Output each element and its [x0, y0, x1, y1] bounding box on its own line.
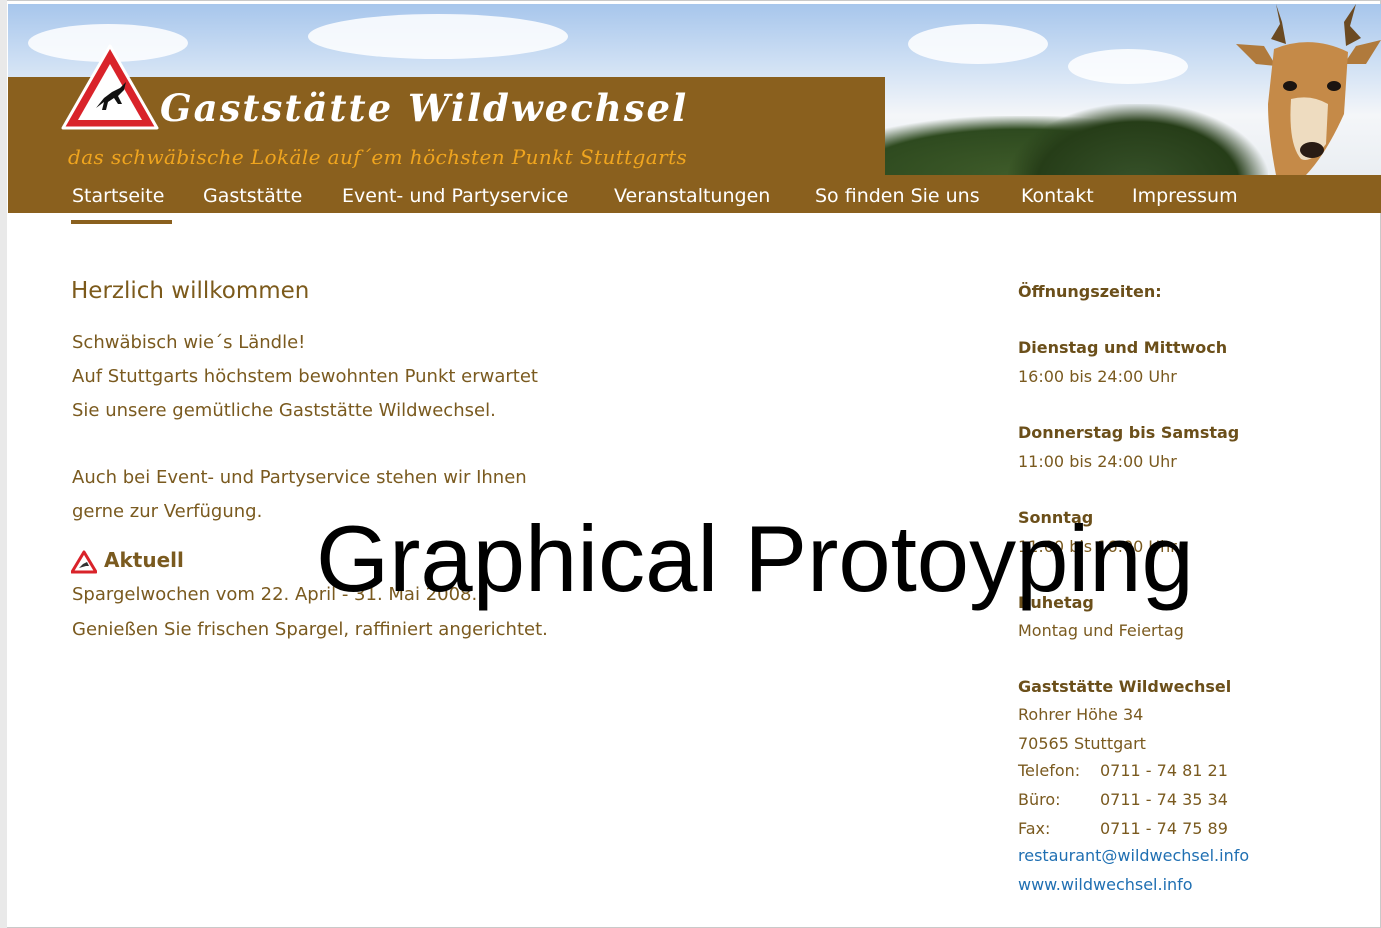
deer-crossing-sign-icon [61, 44, 159, 130]
header-banner: Gaststätte Wildwechsel das schwäbische L… [8, 4, 1381, 175]
aktuell-line: Genießen Sie frischen Spargel, raffinier… [72, 619, 548, 640]
phone-label: Fax: [1018, 819, 1051, 838]
nav-item-gaststaette[interactable]: Gaststätte [203, 185, 302, 207]
address-city: 70565 Stuttgart [1018, 734, 1146, 753]
hours-days: Dienstag und Mittwoch [1018, 338, 1228, 357]
service-line: gerne zur Verfügung. [72, 501, 263, 522]
phone-number: 0711 - 74 81 21 [1100, 761, 1228, 780]
left-scroll-edge [0, 0, 7, 928]
cloud [308, 14, 568, 59]
active-nav-indicator [71, 220, 172, 224]
nav-item-so-finden-sie-uns[interactable]: So finden Sie uns [815, 185, 980, 207]
nav-item-event-partyservice[interactable]: Event- und Partyservice [342, 185, 568, 207]
deer-image [1236, 4, 1381, 175]
phone-number: 0711 - 74 35 34 [1100, 790, 1228, 809]
hours-time: Montag und Feiertag [1018, 621, 1184, 640]
email-link[interactable]: restaurant@wildwechsel.info [1018, 846, 1249, 865]
opening-hours-heading: Öffnungszeiten: [1018, 282, 1162, 301]
address-street: Rohrer Höhe 34 [1018, 705, 1144, 724]
site-slogan: das schwäbische Lokäle auf´em höchsten P… [68, 145, 688, 169]
phone-label: Büro: [1018, 790, 1061, 809]
cloud [908, 24, 1048, 64]
cloud [1068, 49, 1188, 84]
nav-item-veranstaltungen[interactable]: Veranstaltungen [614, 185, 770, 207]
hours-time: 11:00 bis 24:00 Uhr [1018, 452, 1177, 471]
phone-label: Telefon: [1018, 761, 1081, 780]
nav-item-impressum[interactable]: Impressum [1132, 185, 1238, 207]
hours-days: Donnerstag bis Samstag [1018, 423, 1240, 442]
main-nav: Startseite Gaststätte Event- und Partyse… [8, 175, 1381, 213]
site-title: Gaststätte Wildwechsel [160, 86, 689, 130]
phone-number: 0711 - 74 75 89 [1100, 819, 1228, 838]
service-line: Auch bei Event- und Partyservice stehen … [72, 467, 527, 488]
phone-row: Telefon: 0711 - 74 81 21 [1018, 761, 1228, 780]
aktuell-label: Aktuell [104, 548, 184, 572]
overlay-caption: Graphical Protoyping [316, 506, 1194, 611]
nav-item-kontakt[interactable]: Kontakt [1021, 185, 1094, 207]
intro-line: Sie unsere gemütliche Gaststätte Wildwec… [72, 400, 496, 421]
warning-sign-icon [71, 550, 97, 574]
page-heading: Herzlich willkommen [71, 278, 310, 304]
hours-time: 16:00 bis 24:00 Uhr [1018, 367, 1177, 386]
address-name: Gaststätte Wildwechsel [1018, 677, 1232, 696]
intro-line: Schwäbisch wie´s Ländle! [72, 332, 306, 353]
website-link[interactable]: www.wildwechsel.info [1018, 875, 1193, 894]
nav-item-startseite[interactable]: Startseite [72, 185, 164, 207]
phone-row: Fax: 0711 - 74 75 89 [1018, 819, 1228, 838]
phone-row: Büro: 0711 - 74 35 34 [1018, 790, 1228, 809]
intro-line: Auf Stuttgarts höchstem bewohnten Punkt … [72, 366, 538, 387]
